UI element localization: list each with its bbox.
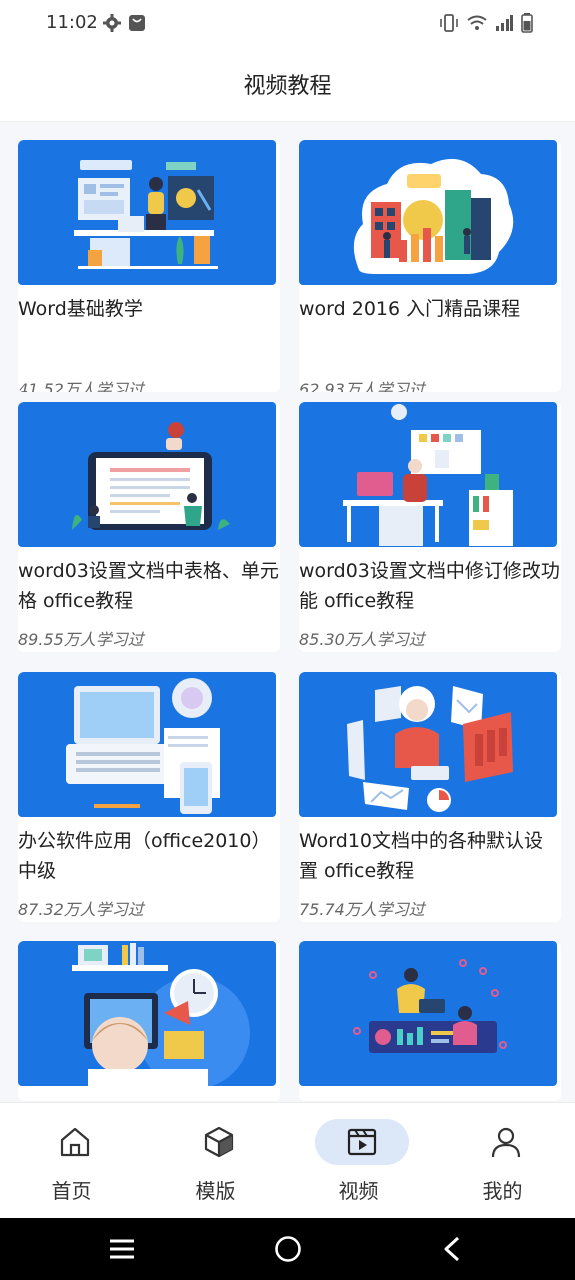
course-thumbnail[interactable]	[18, 941, 276, 1086]
nav-label: 首页	[51, 1179, 92, 1203]
learner-count: 41.52万人学习过	[18, 380, 144, 392]
tablet-reading-illustration	[18, 402, 276, 547]
shopping-bag-icon	[129, 15, 145, 31]
tab-templates[interactable]: 模版	[144, 1103, 287, 1219]
course-card[interactable]: word03设置文档中表格、单元格 office教程 89.55万人学习过	[18, 402, 280, 652]
course-thumbnail[interactable]	[18, 140, 276, 285]
course-title[interactable]: Word10文档中的各种默认设置 office教程	[299, 826, 561, 886]
gear-icon	[103, 14, 121, 32]
course-grid[interactable]: Word基础教学 41.52万人学习过 word 2016 入门精品课程 62.…	[0, 122, 575, 1102]
nav-label: 视频	[338, 1179, 379, 1203]
course-thumbnail[interactable]	[18, 402, 276, 547]
tab-profile[interactable]: 我的	[431, 1103, 574, 1219]
course-card[interactable]	[18, 941, 280, 1101]
laptop-phone-illustration	[18, 672, 276, 817]
learner-count: 62.93万人学习过	[299, 380, 425, 392]
course-title[interactable]: word 2016 入门精品课程	[299, 294, 561, 324]
course-card[interactable]: 办公软件应用（office2010）中级 87.32万人学习过	[18, 672, 280, 922]
tab-home[interactable]: 首页	[0, 1103, 143, 1219]
user-icon	[491, 1127, 521, 1158]
course-thumbnail[interactable]	[299, 941, 557, 1086]
course-thumbnail[interactable]	[299, 672, 557, 817]
person-at-desk-illustration	[18, 140, 276, 285]
learner-count: 87.32万人学习过	[18, 900, 144, 919]
course-title[interactable]: 办公软件应用（office2010）中级	[18, 826, 280, 886]
bottom-nav: 首页 模版 视频 我的	[0, 1102, 575, 1218]
menu-icon[interactable]	[108, 1234, 136, 1264]
wifi-icon	[467, 15, 487, 30]
course-card[interactable]: Word10文档中的各种默认设置 office教程 75.74万人学习过	[299, 672, 561, 922]
vibrate-icon	[440, 14, 458, 32]
learner-count: 85.30万人学习过	[299, 630, 425, 649]
nav-label: 模版	[195, 1179, 236, 1203]
tab-video[interactable]: 视频	[287, 1103, 430, 1219]
home-icon	[60, 1127, 90, 1157]
course-title[interactable]: word03设置文档中修订修改功能 office教程	[299, 556, 561, 616]
status-time: 11:02	[46, 12, 98, 33]
course-title[interactable]: word03设置文档中表格、单元格 office教程	[18, 556, 280, 616]
course-thumbnail[interactable]	[299, 140, 557, 285]
data-analyst-illustration	[299, 672, 557, 817]
team-dashboard-illustration	[299, 941, 557, 1086]
learner-count: 89.55万人学习过	[18, 630, 144, 649]
office-desk-illustration	[299, 402, 557, 547]
business-handshake-illustration	[299, 140, 557, 285]
learner-count: 75.74万人学习过	[299, 900, 425, 919]
course-title[interactable]: Word基础教学	[18, 294, 280, 324]
person-at-computer-illustration	[18, 941, 276, 1086]
course-card[interactable]	[299, 941, 561, 1101]
home-circle-icon[interactable]	[273, 1234, 303, 1264]
course-thumbnail[interactable]	[299, 402, 557, 547]
cube-icon	[204, 1126, 234, 1158]
system-nav-bar	[0, 1218, 575, 1280]
course-card[interactable]: word 2016 入门精品课程 62.93万人学习过	[299, 140, 561, 392]
app-header: 视频教程	[0, 48, 575, 122]
back-icon[interactable]	[440, 1234, 464, 1264]
battery-icon	[521, 13, 533, 33]
nav-label: 我的	[482, 1179, 523, 1203]
course-thumbnail[interactable]	[18, 672, 276, 817]
video-icon	[347, 1128, 377, 1156]
signal-icon	[496, 15, 513, 31]
course-card[interactable]: word03设置文档中修订修改功能 office教程 85.30万人学习过	[299, 402, 561, 652]
page-title: 视频教程	[243, 74, 332, 99]
course-card[interactable]: Word基础教学 41.52万人学习过	[18, 140, 280, 392]
status-bar: 11:02	[0, 0, 575, 48]
